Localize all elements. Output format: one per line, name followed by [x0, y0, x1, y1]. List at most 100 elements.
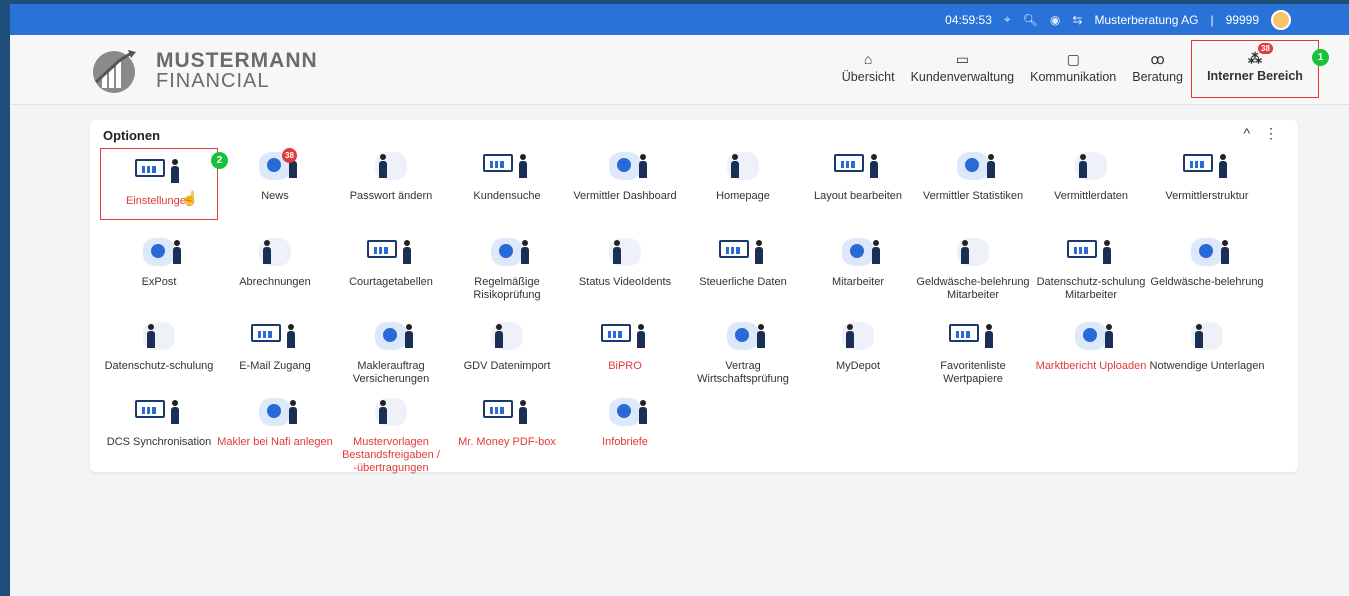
tile-label: Vermittlerdaten	[1054, 190, 1128, 202]
tile[interactable]: Homepage	[684, 148, 802, 203]
user-id: 99999	[1225, 12, 1259, 27]
tile-label: Courtagetabellen	[349, 276, 433, 288]
tile[interactable]: Status VideoIdents	[566, 234, 684, 289]
tile-label: DCS Synchronisation	[106, 436, 212, 448]
tile-illustration-icon	[129, 153, 189, 189]
hand-cursor-icon: ☝	[181, 190, 199, 206]
tile-label: Vermittler Statistiken	[922, 190, 1024, 202]
nav-beratung[interactable]: ꝏ Beratung	[1124, 40, 1191, 98]
tile-illustration-icon	[828, 318, 888, 354]
tile-illustration-icon	[1061, 234, 1121, 270]
tile-illustration-icon	[595, 234, 655, 270]
logo-line2: FINANCIAL	[156, 70, 270, 92]
panel-controls: ^ ⋮	[1244, 125, 1278, 142]
tile-illustration-icon	[129, 234, 189, 270]
tile-label: Datenschutz-schulung Mitarbeiter	[1036, 276, 1146, 301]
tile[interactable]: Abrechnungen	[216, 234, 334, 289]
tile[interactable]: Geldwäsche-belehrung	[1148, 234, 1266, 289]
tile-label: Einstellungen	[125, 195, 193, 207]
tile-illustration-icon	[595, 394, 655, 430]
tile-label: GDV Datenimport	[463, 360, 551, 372]
tile-label: Status VideoIdents	[578, 276, 672, 288]
tile[interactable]: Mr. Money PDF-box	[448, 394, 566, 449]
tile[interactable]: Vermittler Dashboard	[566, 148, 684, 203]
panel-title: Optionen	[103, 128, 161, 143]
tile[interactable]: Vermittlerstruktur	[1148, 148, 1266, 203]
tile-illustration-icon	[129, 394, 189, 430]
tile-illustration-icon	[595, 148, 655, 184]
tile-illustration-icon	[713, 234, 773, 270]
tile-illustration-icon	[361, 148, 421, 184]
tile[interactable]: ExPost	[100, 234, 218, 289]
tile-label: Vermittlerstruktur	[1165, 190, 1249, 202]
tile-label: Layout bearbeiten	[813, 190, 903, 202]
main-nav: ⌂ Übersicht ▭ Kundenverwaltung ▢ Kommuni…	[834, 40, 1319, 98]
tile-label: ExPost	[141, 276, 177, 288]
tile[interactable]: Geldwäsche-belehrung Mitarbeiter	[914, 234, 1032, 302]
tile[interactable]: Marktbericht Uploaden	[1032, 318, 1150, 373]
tile-label: Vermittler Dashboard	[573, 190, 677, 202]
tile[interactable]: Mustervorlagen Bestandsfreigaben / -über…	[332, 394, 450, 475]
users-icon: ꝏ	[1150, 51, 1165, 67]
tile[interactable]: Courtagetabellen	[332, 234, 450, 289]
tile[interactable]: Regelmäßige Risikoprüfung	[448, 234, 566, 302]
top-bar: 04:59:53 ⌖ 🔍︎ ◉ ⇆ Musterberatung AG | 99…	[10, 4, 1349, 35]
chat-icon: ▢	[1066, 51, 1080, 67]
tile[interactable]: Infobriefe	[566, 394, 684, 449]
more-icon[interactable]: ⋮	[1264, 125, 1278, 141]
tile-illustration-icon	[828, 234, 888, 270]
tile-illustration-icon	[245, 234, 305, 270]
tile-label: Maklerauftrag Versicherungen	[352, 360, 430, 385]
tile[interactable]: Vermittlerdaten	[1032, 148, 1150, 203]
nav-label: Interner Bereich	[1207, 69, 1303, 83]
user-avatar[interactable]	[1271, 9, 1291, 30]
home-icon: ⌂	[863, 51, 873, 67]
tile[interactable]: Kundensuche	[448, 148, 566, 203]
tile-illustration-icon	[595, 318, 655, 354]
tile[interactable]: Steuerliche Daten	[684, 234, 802, 289]
tile-illustration-icon	[129, 318, 189, 354]
tile[interactable]: Datenschutz-schulung Mitarbeiter	[1032, 234, 1150, 302]
tile[interactable]: Favoritenliste Wertpapiere	[914, 318, 1032, 386]
tile-illustration-icon	[477, 394, 537, 430]
tile[interactable]: Mitarbeiter	[799, 234, 917, 289]
tile[interactable]: Einstellungen	[100, 148, 218, 220]
tile[interactable]: E-Mail Zugang	[216, 318, 334, 373]
tile[interactable]: Passwort ändern	[332, 148, 450, 203]
tile[interactable]: News 38	[216, 148, 334, 203]
tile[interactable]: BiPRO	[566, 318, 684, 373]
tile[interactable]: DCS Synchronisation	[100, 394, 218, 449]
nav-label: Beratung	[1132, 70, 1183, 84]
tile-label: Datenschutz-schulung	[104, 360, 214, 372]
tile[interactable]: Vermittler Statistiken	[914, 148, 1032, 203]
tile[interactable]: Notwendige Unterlagen	[1148, 318, 1266, 373]
tile-label: Passwort ändern	[349, 190, 433, 202]
tile[interactable]: MyDepot	[799, 318, 917, 373]
company-logo[interactable]: MUSTERMANN FINANCIAL	[90, 48, 318, 94]
tile-illustration-icon	[477, 234, 537, 270]
tile-illustration-icon	[245, 318, 305, 354]
nav-kundenverwaltung[interactable]: ▭ Kundenverwaltung	[903, 40, 1023, 98]
nav-interner-bereich[interactable]: ⁂ 38 Interner Bereich	[1191, 40, 1319, 98]
tile[interactable]: Makler bei Nafi anlegen	[216, 394, 334, 449]
tile[interactable]: Layout bearbeiten	[799, 148, 917, 203]
tile-label: Geldwäsche-belehrung Mitarbeiter	[916, 276, 1030, 301]
tile[interactable]: Vertrag Wirtschaftsprüfung	[684, 318, 802, 386]
scan-icon[interactable]: ⌖	[1004, 12, 1011, 27]
tile-label: Marktbericht Uploaden	[1035, 360, 1147, 372]
tile[interactable]: Maklerauftrag Versicherungen	[332, 318, 450, 386]
company-name[interactable]: Musterberatung AG	[1094, 13, 1198, 27]
options-panel: Optionen ^ ⋮ Einstellungen News 38 Passwort…	[90, 120, 1298, 475]
tile[interactable]: Datenschutz-schulung	[100, 318, 218, 373]
tile[interactable]: GDV Datenimport	[448, 318, 566, 373]
nav-uebersicht[interactable]: ⌂ Übersicht	[834, 40, 903, 98]
collapse-icon[interactable]: ^	[1244, 125, 1251, 141]
tile-illustration-icon	[361, 234, 421, 270]
tile-illustration-icon	[1061, 148, 1121, 184]
search-icon[interactable]: 🔍︎	[1023, 13, 1038, 27]
record-icon[interactable]: ◉	[1050, 13, 1060, 27]
tile-illustration-icon	[713, 148, 773, 184]
tile-illustration-icon	[1177, 318, 1237, 354]
switch-icon[interactable]: ⇆	[1072, 13, 1082, 27]
nav-kommunikation[interactable]: ▢ Kommunikation	[1022, 40, 1124, 98]
